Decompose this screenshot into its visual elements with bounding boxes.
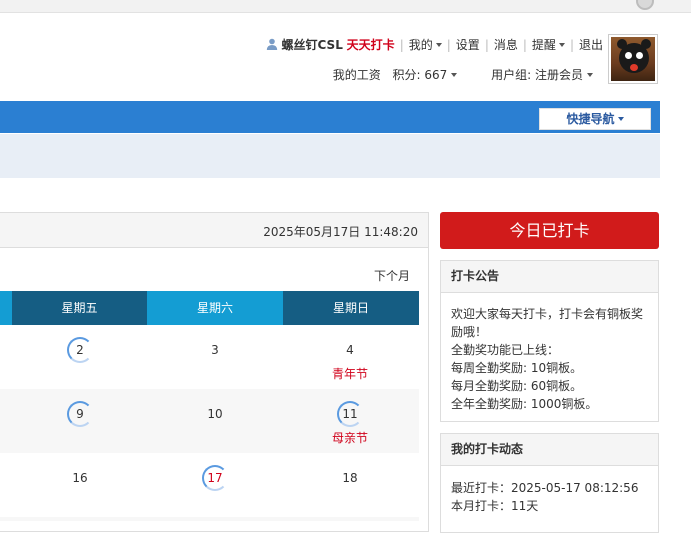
window-control-icon[interactable] <box>636 0 654 10</box>
day-cell[interactable]: 3 <box>202 337 228 363</box>
divider: | <box>569 38 574 52</box>
day-cell[interactable]: 18 <box>337 465 363 491</box>
notice-line: 励哦！ <box>451 325 488 339</box>
browser-top-strip <box>0 0 691 13</box>
username-link[interactable]: 螺丝钉CSL <box>282 38 343 52</box>
chevron-down-icon <box>451 73 458 77</box>
notice-line: 每月全勤奖励: 60铜板。 <box>451 379 583 393</box>
day-cell[interactable]: 2 <box>67 337 93 363</box>
activity-line: 本月打卡：11天 <box>451 499 539 513</box>
calendar-panel: 2025年05月17日 11:48:20 下个月 星期五 星期六 星期日 2 3… <box>0 212 429 532</box>
quick-nav-label: 快捷导航 <box>566 112 615 126</box>
avatar-image <box>611 37 655 81</box>
wage-link[interactable]: 我的工资 <box>333 68 381 82</box>
settings-link[interactable]: 设置 <box>456 38 480 52</box>
punch-notice-body: 欢迎大家每天打卡，打卡会有铜板奖 励哦！ 全勤奖功能已上线： 每周全勤奖励: 1… <box>441 293 658 421</box>
day-cell[interactable]: 9 <box>67 401 93 427</box>
points-menu[interactable]: 积分: 667 <box>389 68 458 82</box>
user-icon <box>266 38 278 50</box>
punch-activity-box: 我的打卡动态 最近打卡：2025-05-17 08:12:56 本月打卡：11天 <box>440 433 659 533</box>
day-cell[interactable]: 16 <box>67 465 93 491</box>
punch-activity-title: 我的打卡动态 <box>441 434 658 466</box>
next-month-link[interactable]: 下个月 <box>374 267 410 284</box>
daily-punch-link[interactable]: 天天打卡 <box>347 38 395 52</box>
user-group-menu[interactable]: 用户组: 注册会员 <box>487 68 593 82</box>
divider: | <box>399 38 404 52</box>
weekday-sunday: 星期日 <box>283 291 419 325</box>
user-bar: 螺丝钉CSL 天天打卡 | 我的 | 设置 | 消息 | 提醒 | 退出 <box>0 36 603 53</box>
punch-activity-body: 最近打卡：2025-05-17 08:12:56 本月打卡：11天 <box>441 466 658 523</box>
avatar[interactable] <box>608 34 658 84</box>
divider: | <box>522 38 527 52</box>
weekday-saturday: 星期六 <box>147 291 283 325</box>
notice-line: 全年全勤奖励: 1000铜板。 <box>451 397 598 411</box>
quick-nav-button[interactable]: 快捷导航 <box>539 108 651 130</box>
my-menu-label: 我的 <box>408 38 433 52</box>
reminders-menu[interactable]: 提醒 <box>532 38 565 52</box>
chevron-down-icon <box>558 43 565 47</box>
festival-label: 青年节 <box>331 367 368 381</box>
logout-link[interactable]: 退出 <box>579 38 603 52</box>
user-stats-bar: 我的工资 积分: 667 用户组: 注册会员 <box>329 66 593 83</box>
bear-mascot-icon <box>617 39 651 73</box>
punch-notice-box: 打卡公告 欢迎大家每天打卡，打卡会有铜板奖 励哦！ 全勤奖功能已上线： 每周全勤… <box>440 260 659 422</box>
day-cell[interactable]: 10 <box>202 401 228 427</box>
chevron-down-icon <box>435 43 442 47</box>
weekday-thursday-edge <box>0 291 12 325</box>
activity-line: 最近打卡：2025-05-17 08:12:56 <box>451 481 639 495</box>
messages-link[interactable]: 消息 <box>494 38 518 52</box>
reminders-menu-label: 提醒 <box>531 38 556 52</box>
divider: | <box>446 38 451 52</box>
punched-today-button[interactable]: 今日已打卡 <box>440 212 659 249</box>
calendar-row-edge <box>0 517 419 521</box>
today-cell[interactable]: 17 <box>202 465 228 491</box>
divider: | <box>484 38 489 52</box>
day-cell[interactable]: 11 <box>337 401 363 427</box>
weekday-friday: 星期五 <box>12 291 147 325</box>
punch-notice-title: 打卡公告 <box>441 261 658 293</box>
festival-label: 母亲节 <box>331 431 368 445</box>
chevron-down-icon <box>587 73 593 77</box>
points-label: 积分: 667 <box>392 68 448 82</box>
notice-line: 欢迎大家每天打卡，打卡会有铜板奖 <box>451 307 644 321</box>
notice-line: 全勤奖功能已上线： <box>451 343 560 357</box>
notice-line: 每周全勤奖励: 10铜板。 <box>451 361 583 375</box>
chevron-down-icon <box>617 117 624 121</box>
user-group-label: 用户组: 注册会员 <box>491 68 583 82</box>
weekday-header: 星期五 星期六 星期日 <box>0 291 419 325</box>
day-cell[interactable]: 4 <box>337 337 363 363</box>
sub-nav-bar <box>0 134 660 178</box>
current-datetime: 2025年05月17日 11:48:20 <box>263 225 418 239</box>
my-menu[interactable]: 我的 <box>409 38 442 52</box>
